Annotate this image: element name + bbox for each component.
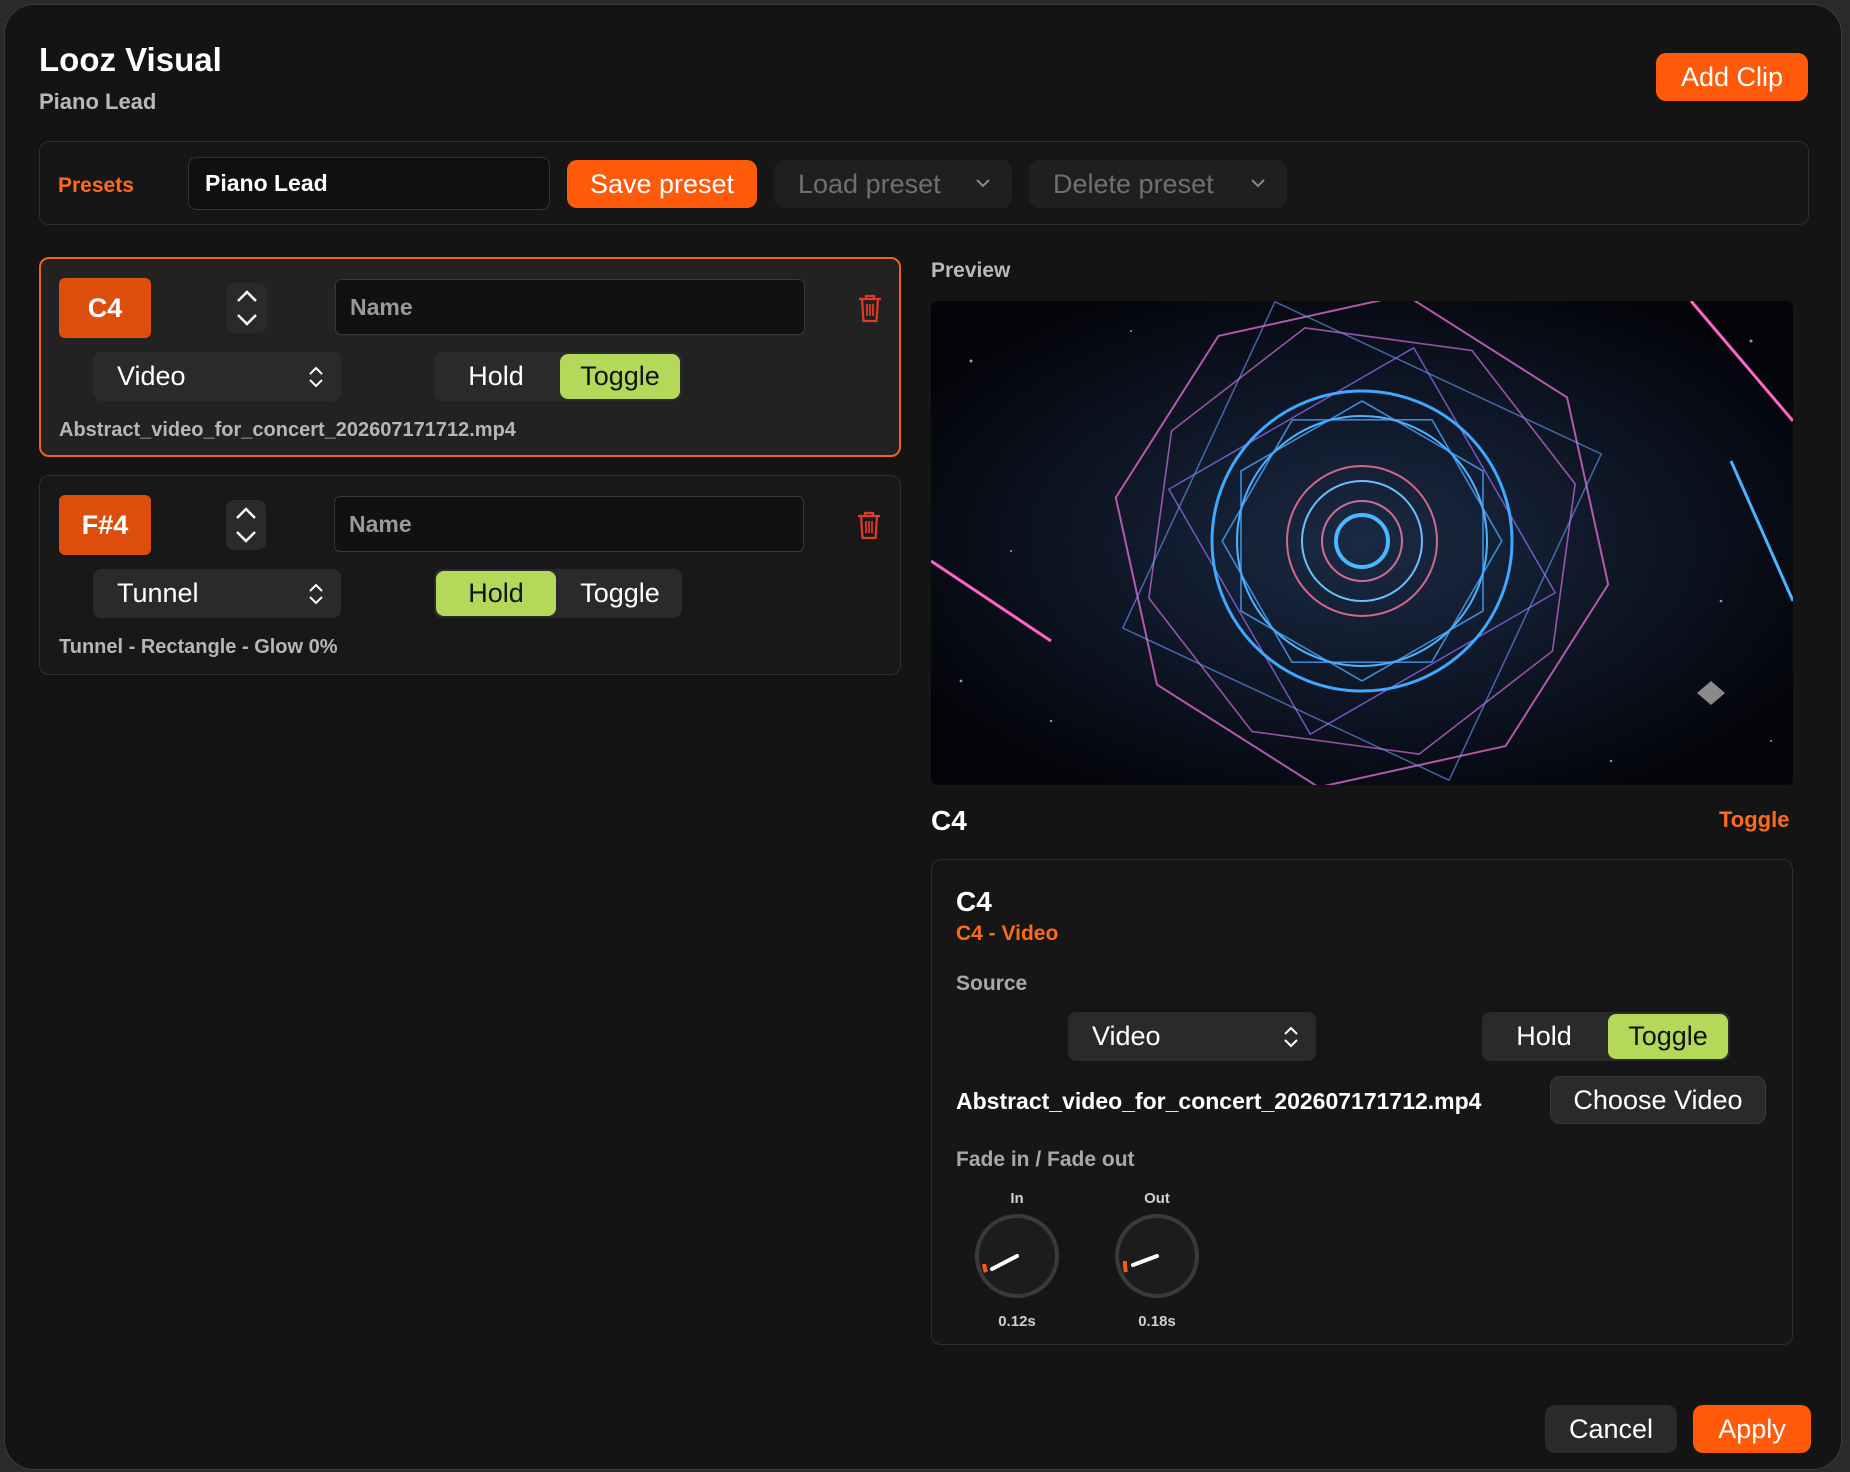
delete-preset-dropdown[interactable]: Delete preset: [1029, 160, 1287, 208]
note-badge[interactable]: C4: [59, 278, 151, 338]
fade-in-knob[interactable]: [973, 1212, 1061, 1300]
fade-in-knob-group: In 0.12s: [972, 1190, 1062, 1330]
chevron-down-icon: [1251, 179, 1265, 188]
trash-icon[interactable]: [856, 510, 882, 540]
mode-hold-option[interactable]: Hold: [436, 571, 556, 616]
load-preset-dropdown[interactable]: Load preset: [774, 160, 1012, 208]
clip-card-f4[interactable]: F#4 Tunnel Hold Toggle Tunnel - Rectangl…: [39, 475, 901, 675]
fade-in-label: In: [1010, 1190, 1024, 1207]
source-select-value: Tunnel: [117, 578, 199, 608]
detail-mode-toggle-option[interactable]: Toggle: [1608, 1014, 1728, 1059]
video-file-name: Abstract_video_for_concert_202607171712.…: [956, 1088, 1482, 1114]
app-subtitle: Piano Lead: [39, 89, 157, 114]
source-select[interactable]: Video: [93, 352, 341, 401]
preview-video: [931, 301, 1793, 785]
add-clip-button[interactable]: Add Clip: [1656, 53, 1808, 101]
presets-bar: Presets Save preset Load preset Delete p…: [39, 141, 1809, 225]
presets-label: Presets: [58, 174, 134, 197]
clip-description: Abstract_video_for_concert_202607171712.…: [59, 419, 516, 441]
note-stepper[interactable]: [226, 500, 266, 550]
clip-name-input[interactable]: [335, 279, 805, 335]
preview-visual: [931, 301, 1793, 785]
preset-name-input[interactable]: [188, 157, 550, 210]
selected-mode: Toggle: [1719, 807, 1790, 832]
note-badge[interactable]: F#4: [59, 495, 151, 555]
apply-button[interactable]: Apply: [1693, 1405, 1811, 1453]
source-select[interactable]: Tunnel: [93, 569, 341, 618]
updown-icon: [309, 366, 323, 388]
fade-out-knob[interactable]: [1113, 1212, 1201, 1300]
trash-icon[interactable]: [857, 293, 883, 323]
load-preset-label: Load preset: [798, 168, 941, 199]
updown-icon: [1284, 1026, 1298, 1048]
fade-out-label: Out: [1144, 1190, 1170, 1207]
chevron-down-icon[interactable]: [234, 530, 258, 544]
updown-icon: [309, 583, 323, 605]
fade-section-label: Fade in / Fade out: [956, 1148, 1135, 1171]
dialog-window: Looz Visual Piano Lead Add Clip Presets …: [4, 4, 1842, 1470]
chevron-up-icon[interactable]: [234, 506, 258, 520]
mode-toggle-option[interactable]: Toggle: [560, 571, 680, 616]
detail-mode-segmented-control[interactable]: Hold Toggle: [1482, 1012, 1730, 1061]
cancel-button[interactable]: Cancel: [1545, 1405, 1677, 1453]
clip-description: Tunnel - Rectangle - Glow 0%: [59, 636, 338, 658]
detail-mode-hold-option[interactable]: Hold: [1484, 1014, 1604, 1059]
chevron-down-icon: [976, 179, 990, 188]
clip-name-input[interactable]: [334, 496, 804, 552]
save-preset-button[interactable]: Save preset: [567, 160, 757, 208]
detail-source-value: Video: [1092, 1021, 1161, 1051]
chevron-down-icon[interactable]: [235, 313, 259, 327]
fade-out-knob-group: Out 0.18s: [1112, 1190, 1202, 1330]
detail-source-select[interactable]: Video: [1068, 1012, 1316, 1061]
clip-detail-panel: C4 C4 - Video Source Video Hold Toggle A…: [931, 859, 1793, 1345]
choose-video-button[interactable]: Choose Video: [1550, 1076, 1766, 1124]
fade-in-value: 0.12s: [998, 1313, 1036, 1330]
detail-subtitle: C4 - Video: [956, 922, 1059, 945]
mode-segmented-control[interactable]: Hold Toggle: [434, 569, 682, 618]
delete-preset-label: Delete preset: [1053, 168, 1214, 199]
detail-title: C4: [956, 886, 992, 917]
mode-toggle-option[interactable]: Toggle: [560, 354, 680, 399]
mode-segmented-control[interactable]: Hold Toggle: [434, 352, 682, 401]
note-stepper[interactable]: [227, 283, 267, 333]
app-title: Looz Visual: [39, 41, 222, 78]
preview-label: Preview: [931, 259, 1011, 282]
chevron-up-icon[interactable]: [235, 289, 259, 303]
source-section-label: Source: [956, 972, 1028, 995]
fade-out-value: 0.18s: [1138, 1313, 1176, 1330]
clip-card-c4[interactable]: C4 Video Hold Toggle Abstract_video_for_…: [39, 257, 901, 457]
mode-hold-option[interactable]: Hold: [436, 354, 556, 399]
source-select-value: Video: [117, 361, 186, 391]
selected-note: C4: [931, 805, 967, 836]
